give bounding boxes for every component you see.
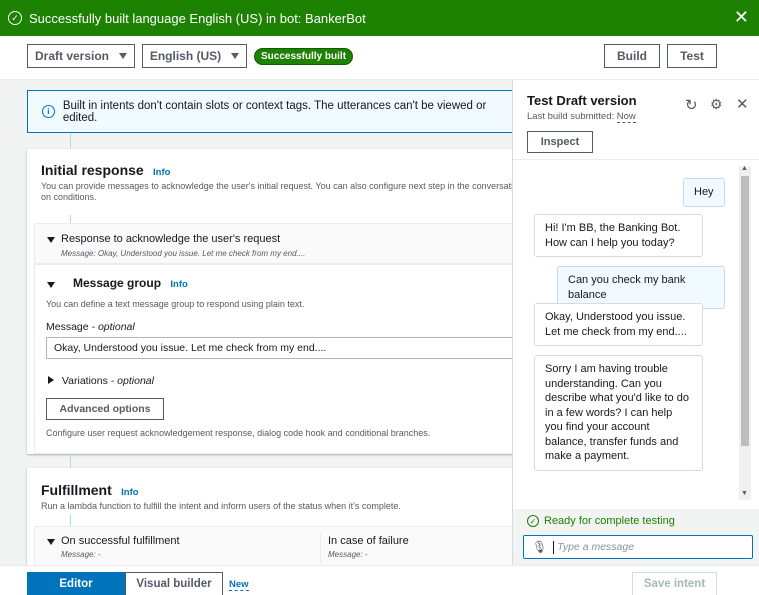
divider <box>320 533 321 563</box>
variations-expander[interactable]: Variations - optional <box>48 375 154 387</box>
initial-response-card: Initial response Info You can provide me… <box>27 149 512 454</box>
check-circle-icon: ✓ <box>8 11 22 25</box>
text-cursor <box>553 540 555 554</box>
info-link[interactable]: Info <box>121 487 138 498</box>
advanced-description: Configure user request acknowledgement r… <box>46 428 431 438</box>
variations-label: Variations <box>61 375 108 387</box>
connector-line <box>70 133 71 149</box>
gear-icon[interactable]: ⚙ <box>710 96 723 113</box>
chat-footer: ✓ Ready for complete testing 🎙 Type a me… <box>513 509 759 565</box>
success-message: Message: - <box>61 550 101 559</box>
chat-input-placeholder: Type a message <box>557 541 635 553</box>
failure-message: Message: - <box>328 550 368 559</box>
message-group-description: You can define a text message group to r… <box>46 299 305 309</box>
optional-label: - optional <box>107 375 154 387</box>
failure-title: In case of failure <box>328 535 409 547</box>
alert-text: Built in intents don't contain slots or … <box>62 99 487 124</box>
editor-tab[interactable]: Editor <box>27 572 125 595</box>
version-select-label: Draft version <box>34 49 110 63</box>
language-select[interactable]: English (US) <box>142 44 247 68</box>
section-title: Initial response <box>41 162 144 178</box>
caret-right-icon <box>48 376 54 384</box>
section-description-line: on conditions. <box>41 192 97 202</box>
caret-down-icon[interactable] <box>47 282 55 288</box>
section-description: You can provide messages to acknowledge … <box>41 181 512 203</box>
bottom-bar: Editor Visual builder New Save intent <box>0 565 759 595</box>
chat-message-user: Hey <box>683 178 725 207</box>
caret-down-icon[interactable] <box>47 539 55 545</box>
intent-editor: i Built in intents don't contain slots o… <box>0 80 512 565</box>
build-button[interactable]: Build <box>604 44 660 68</box>
scroll-thumb[interactable] <box>741 176 749 446</box>
version-select[interactable]: Draft version <box>27 44 135 68</box>
section-description: Run a lambda function to fulfill the int… <box>41 501 401 511</box>
check-circle-icon: ✓ <box>527 515 539 527</box>
info-alert: i Built in intents don't contain slots o… <box>27 90 512 133</box>
message-group: Message group Info You can define a text… <box>34 264 512 454</box>
status-badge: Successfully built <box>254 48 354 65</box>
microphone-icon[interactable]: 🎙 <box>532 540 547 554</box>
visual-builder-tab[interactable]: Visual builder <box>125 572 223 595</box>
chat-message-bot: Okay, Understood you issue. Let me check… <box>534 303 703 346</box>
close-icon[interactable]: ✕ <box>736 95 749 113</box>
fulfillment-card: Fulfillment Info Run a lambda function t… <box>27 468 512 565</box>
info-icon: i <box>42 105 55 118</box>
caret-down-icon <box>231 53 240 59</box>
new-badge[interactable]: New <box>229 579 249 591</box>
section-title: Fulfillment <box>41 482 112 498</box>
message-input[interactable]: Okay, Understood you issue. Let me check… <box>46 337 512 359</box>
connector-line <box>70 454 71 468</box>
fulfillment-responses: On successful fulfillment Message: - In … <box>34 526 512 565</box>
caret-down-icon <box>47 237 55 243</box>
message-input-box[interactable]: 🎙 Type a message <box>523 535 753 559</box>
divider <box>513 159 759 160</box>
scroll-up-icon[interactable]: ▲ <box>741 165 748 172</box>
ready-status: Ready for complete testing <box>544 515 675 527</box>
ack-expander[interactable]: Response to acknowledge the user's reque… <box>34 223 512 264</box>
info-link[interactable]: Info <box>153 167 170 178</box>
save-intent-button[interactable]: Save intent <box>632 572 717 595</box>
flash-message: Successfully built language English (US)… <box>29 10 366 26</box>
success-flashbar: ✓ Successfully built language English (U… <box>0 0 759 36</box>
message-group-title: Message group <box>73 276 162 290</box>
chat-message-bot: Hi! I'm BB, the Banking Bot. How can I h… <box>534 214 703 257</box>
last-build-label: Last build submitted: <box>527 111 617 122</box>
language-select-label: English (US) <box>149 49 222 63</box>
inspect-button[interactable]: Inspect <box>527 131 593 153</box>
section-description-line: You can provide messages to acknowledge … <box>41 181 512 191</box>
last-build-time[interactable]: Now <box>616 111 636 123</box>
info-link[interactable]: Info <box>170 279 187 290</box>
ack-title: Response to acknowledge the user's reque… <box>61 233 281 245</box>
refresh-icon[interactable]: ↻ <box>685 96 698 114</box>
test-button[interactable]: Test <box>667 44 717 68</box>
optional-label: - optional <box>88 321 135 333</box>
advanced-options-button[interactable]: Advanced options <box>46 398 164 420</box>
success-title: On successful fulfillment <box>61 535 180 547</box>
scroll-down-icon[interactable]: ▼ <box>741 490 748 497</box>
close-icon[interactable]: ✕ <box>734 8 749 26</box>
connector-line <box>70 514 71 526</box>
chat-message-bot: Sorry I am having trouble understanding.… <box>534 355 703 471</box>
message-label: Message <box>46 321 89 333</box>
ack-message: Message: Okay, Understood you issue. Let… <box>61 249 306 258</box>
toolbar: Draft version English (US) Successfully … <box>0 36 759 80</box>
chat-scrollbar[interactable]: ▲ ▼ <box>739 165 751 500</box>
connector-line <box>70 215 71 223</box>
caret-down-icon <box>119 53 128 59</box>
test-panel-title: Test Draft version <box>527 93 637 108</box>
test-panel: Test Draft version Last build submitted:… <box>512 80 759 565</box>
